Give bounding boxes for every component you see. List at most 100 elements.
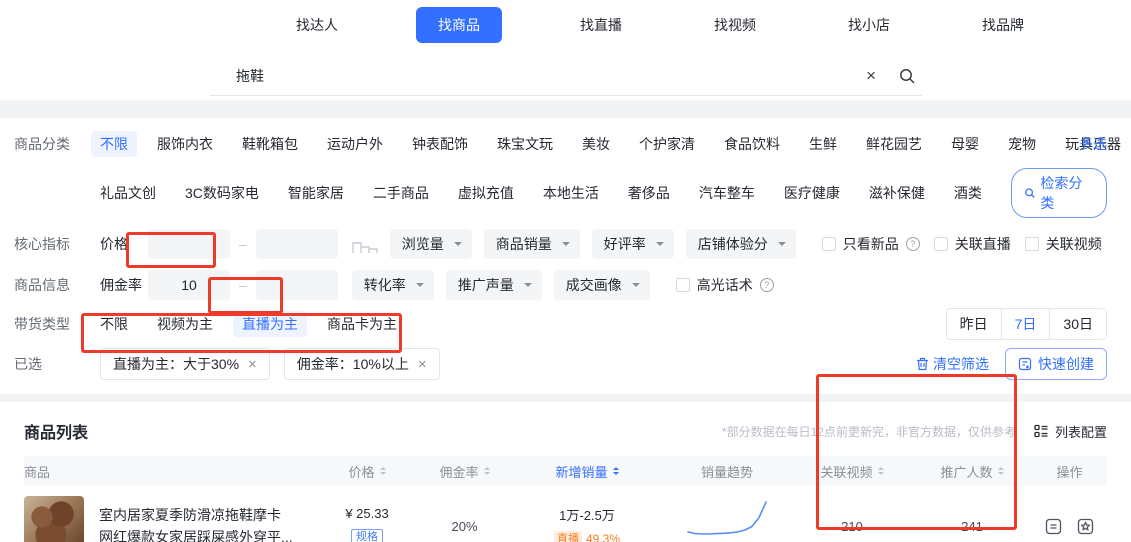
search-icon[interactable] bbox=[898, 67, 916, 85]
help-icon[interactable] bbox=[760, 278, 774, 292]
sale-type-option-all[interactable]: 不限 bbox=[100, 314, 128, 334]
spec-badge[interactable]: 规格 bbox=[351, 529, 383, 542]
category-option[interactable]: 个护家清 bbox=[639, 134, 695, 154]
product-title-line2: 网红爆款女家居踩屎感外穿平... bbox=[99, 526, 293, 542]
category-option[interactable]: 奢侈品 bbox=[628, 183, 670, 203]
new-products-checkbox[interactable]: 只看新品 bbox=[822, 234, 920, 254]
detail-action-button[interactable] bbox=[1045, 518, 1062, 535]
table-row[interactable]: 室内居家夏季防滑凉拖鞋摩卡 网红爆款女家居踩屎感外穿平... ¥ 25.33 规… bbox=[24, 486, 1107, 542]
filter-row-category-1: 商品分类 不限 服饰内衣 鞋靴箱包 运动户外 钟表配饰 珠宝文玩 美妆 个护家清… bbox=[0, 131, 1131, 157]
range-dash bbox=[239, 277, 247, 293]
category-option[interactable]: 酒类 bbox=[954, 183, 982, 203]
category-option-all[interactable]: 不限 bbox=[91, 131, 137, 157]
deal-profile-dropdown[interactable]: 成交画像 bbox=[554, 270, 650, 300]
product-title[interactable]: 室内居家夏季防滑凉拖鞋摩卡 网红爆款女家居踩屎感外穿平... bbox=[99, 504, 293, 542]
search-input[interactable]: 拖鞋 bbox=[210, 66, 866, 86]
list-config-button[interactable]: 列表配置 bbox=[1034, 422, 1107, 441]
tab-find-video[interactable]: 找视频 bbox=[700, 7, 770, 43]
help-icon[interactable] bbox=[906, 237, 920, 251]
category-option[interactable]: 美妆 bbox=[582, 134, 610, 154]
col-header-promoters[interactable]: 推广人数 bbox=[912, 462, 1032, 481]
selected-tag-commission[interactable]: 佣金率：10%以上 bbox=[284, 348, 440, 380]
category-option[interactable]: 运动户外 bbox=[327, 134, 383, 154]
clear-search-icon[interactable]: × bbox=[866, 67, 876, 84]
search-category-button[interactable]: 检索分类 bbox=[1011, 168, 1107, 218]
top-bar: 找达人 找商品 找直播 找视频 找小店 找品牌 拖鞋 × bbox=[0, 0, 1131, 100]
views-dropdown[interactable]: 浏览量 bbox=[390, 229, 472, 259]
category-option[interactable]: 服饰内衣 bbox=[157, 134, 213, 154]
sort-icon[interactable] bbox=[613, 464, 619, 478]
commission-max-input[interactable] bbox=[256, 270, 338, 300]
col-header-price[interactable]: 价格 bbox=[317, 462, 417, 481]
sort-icon[interactable] bbox=[998, 464, 1004, 478]
sale-type-option-video[interactable]: 视频为主 bbox=[157, 314, 213, 334]
filter-row-core-metrics: 核心指标 价格 浏览量 商品销量 好评率 店铺体验分 只看新品 bbox=[0, 229, 1131, 259]
date-7d-button[interactable]: 7日 bbox=[1001, 309, 1050, 339]
date-30d-button[interactable]: 30日 bbox=[1049, 309, 1106, 339]
related-live-checkbox[interactable]: 关联直播 bbox=[934, 234, 1011, 254]
product-cell[interactable]: 室内居家夏季防滑凉拖鞋摩卡 网红爆款女家居踩屎感外穿平... bbox=[24, 496, 317, 542]
sort-icon[interactable] bbox=[380, 464, 386, 478]
list-config-label: 列表配置 bbox=[1055, 422, 1107, 441]
category-option[interactable]: 本地生活 bbox=[543, 183, 599, 203]
price-max-input[interactable] bbox=[256, 229, 338, 259]
category-option[interactable]: 鲜花园艺 bbox=[866, 134, 922, 154]
col-header-label: 推广人数 bbox=[940, 462, 992, 481]
promoters-cell: 241 bbox=[912, 519, 1032, 534]
category-option[interactable]: 智能家居 bbox=[288, 183, 344, 203]
category-option[interactable]: 礼品文创 bbox=[100, 183, 156, 203]
category-option[interactable]: 医疗健康 bbox=[784, 183, 840, 203]
col-header-new-sales[interactable]: 新增销量 bbox=[512, 462, 662, 481]
category-option[interactable]: 3C数码家电 bbox=[185, 183, 259, 203]
category-option[interactable]: 宠物 bbox=[1008, 134, 1036, 154]
promo-volume-dropdown[interactable]: 推广声量 bbox=[446, 270, 542, 300]
col-header-commission[interactable]: 佣金率 bbox=[417, 462, 512, 481]
highlight-script-checkbox[interactable]: 高光话术 bbox=[676, 275, 774, 295]
tab-find-shop[interactable]: 找小店 bbox=[834, 7, 904, 43]
tab-find-live[interactable]: 找直播 bbox=[566, 7, 636, 43]
product-table: 商品 价格 佣金率 新增销量 销量趋势 关联视频 推广人数 操作 bbox=[0, 456, 1131, 542]
category-option[interactable]: 滋补保健 bbox=[869, 183, 925, 203]
tab-find-product[interactable]: 找商品 bbox=[416, 7, 502, 43]
sale-type-option-card[interactable]: 商品卡为主 bbox=[327, 314, 397, 334]
category-option[interactable]: 食品饮料 bbox=[724, 134, 780, 154]
price-min-input[interactable] bbox=[148, 229, 230, 259]
search-bar[interactable]: 拖鞋 × bbox=[210, 56, 922, 96]
category-option[interactable]: 鞋靴箱包 bbox=[242, 134, 298, 154]
category-option[interactable]: 钟表配饰 bbox=[412, 134, 468, 154]
category-option[interactable]: 珠宝文玩 bbox=[497, 134, 553, 154]
clear-filters-button[interactable]: 清空筛选 bbox=[916, 354, 989, 374]
category-option[interactable]: 汽车整车 bbox=[699, 183, 755, 203]
col-header-related-videos[interactable]: 关联视频 bbox=[792, 462, 912, 481]
commission-label: 佣金率 bbox=[100, 275, 142, 295]
histogram-icon[interactable] bbox=[352, 234, 378, 254]
related-video-checkbox[interactable]: 关联视频 bbox=[1025, 234, 1102, 254]
favorite-action-button[interactable] bbox=[1077, 518, 1094, 535]
category-option[interactable]: 二手商品 bbox=[373, 183, 429, 203]
related-video-label: 关联视频 bbox=[1046, 234, 1102, 254]
search-icon bbox=[1024, 187, 1035, 199]
filter-row-sale-type: 带货类型 不限 视频为主 直播为主 商品卡为主 昨日 7日 30日 bbox=[0, 311, 1131, 337]
product-image[interactable] bbox=[24, 496, 84, 542]
sale-type-option-live[interactable]: 直播为主 bbox=[233, 311, 307, 337]
date-yesterday-button[interactable]: 昨日 bbox=[947, 309, 1001, 339]
tab-find-creator[interactable]: 找达人 bbox=[282, 7, 352, 43]
conversion-dropdown[interactable]: 转化率 bbox=[352, 270, 434, 300]
quick-create-button[interactable]: 快速创建 bbox=[1005, 348, 1107, 380]
shop-score-dropdown[interactable]: 店铺体验分 bbox=[686, 229, 796, 259]
remove-tag-icon[interactable] bbox=[418, 357, 427, 372]
filter-row-product-info: 商品信息 佣金率 转化率 推广声量 成交画像 高光话术 bbox=[0, 270, 1131, 300]
category-option[interactable]: 虚拟充值 bbox=[458, 183, 514, 203]
multi-select-link[interactable]: 多选 bbox=[1079, 134, 1107, 154]
remove-tag-icon[interactable] bbox=[248, 357, 257, 372]
commission-min-input[interactable] bbox=[148, 270, 230, 300]
tab-find-brand[interactable]: 找品牌 bbox=[968, 7, 1038, 43]
product-sales-dropdown[interactable]: 商品销量 bbox=[484, 229, 580, 259]
sort-icon[interactable] bbox=[878, 464, 884, 478]
category-option[interactable]: 生鲜 bbox=[809, 134, 837, 154]
selected-tag-live[interactable]: 直播为主：大于30% bbox=[100, 348, 270, 380]
good-review-dropdown[interactable]: 好评率 bbox=[592, 229, 674, 259]
category-option[interactable]: 母婴 bbox=[951, 134, 979, 154]
col-header-label: 关联视频 bbox=[820, 462, 872, 481]
sort-icon[interactable] bbox=[484, 464, 490, 478]
